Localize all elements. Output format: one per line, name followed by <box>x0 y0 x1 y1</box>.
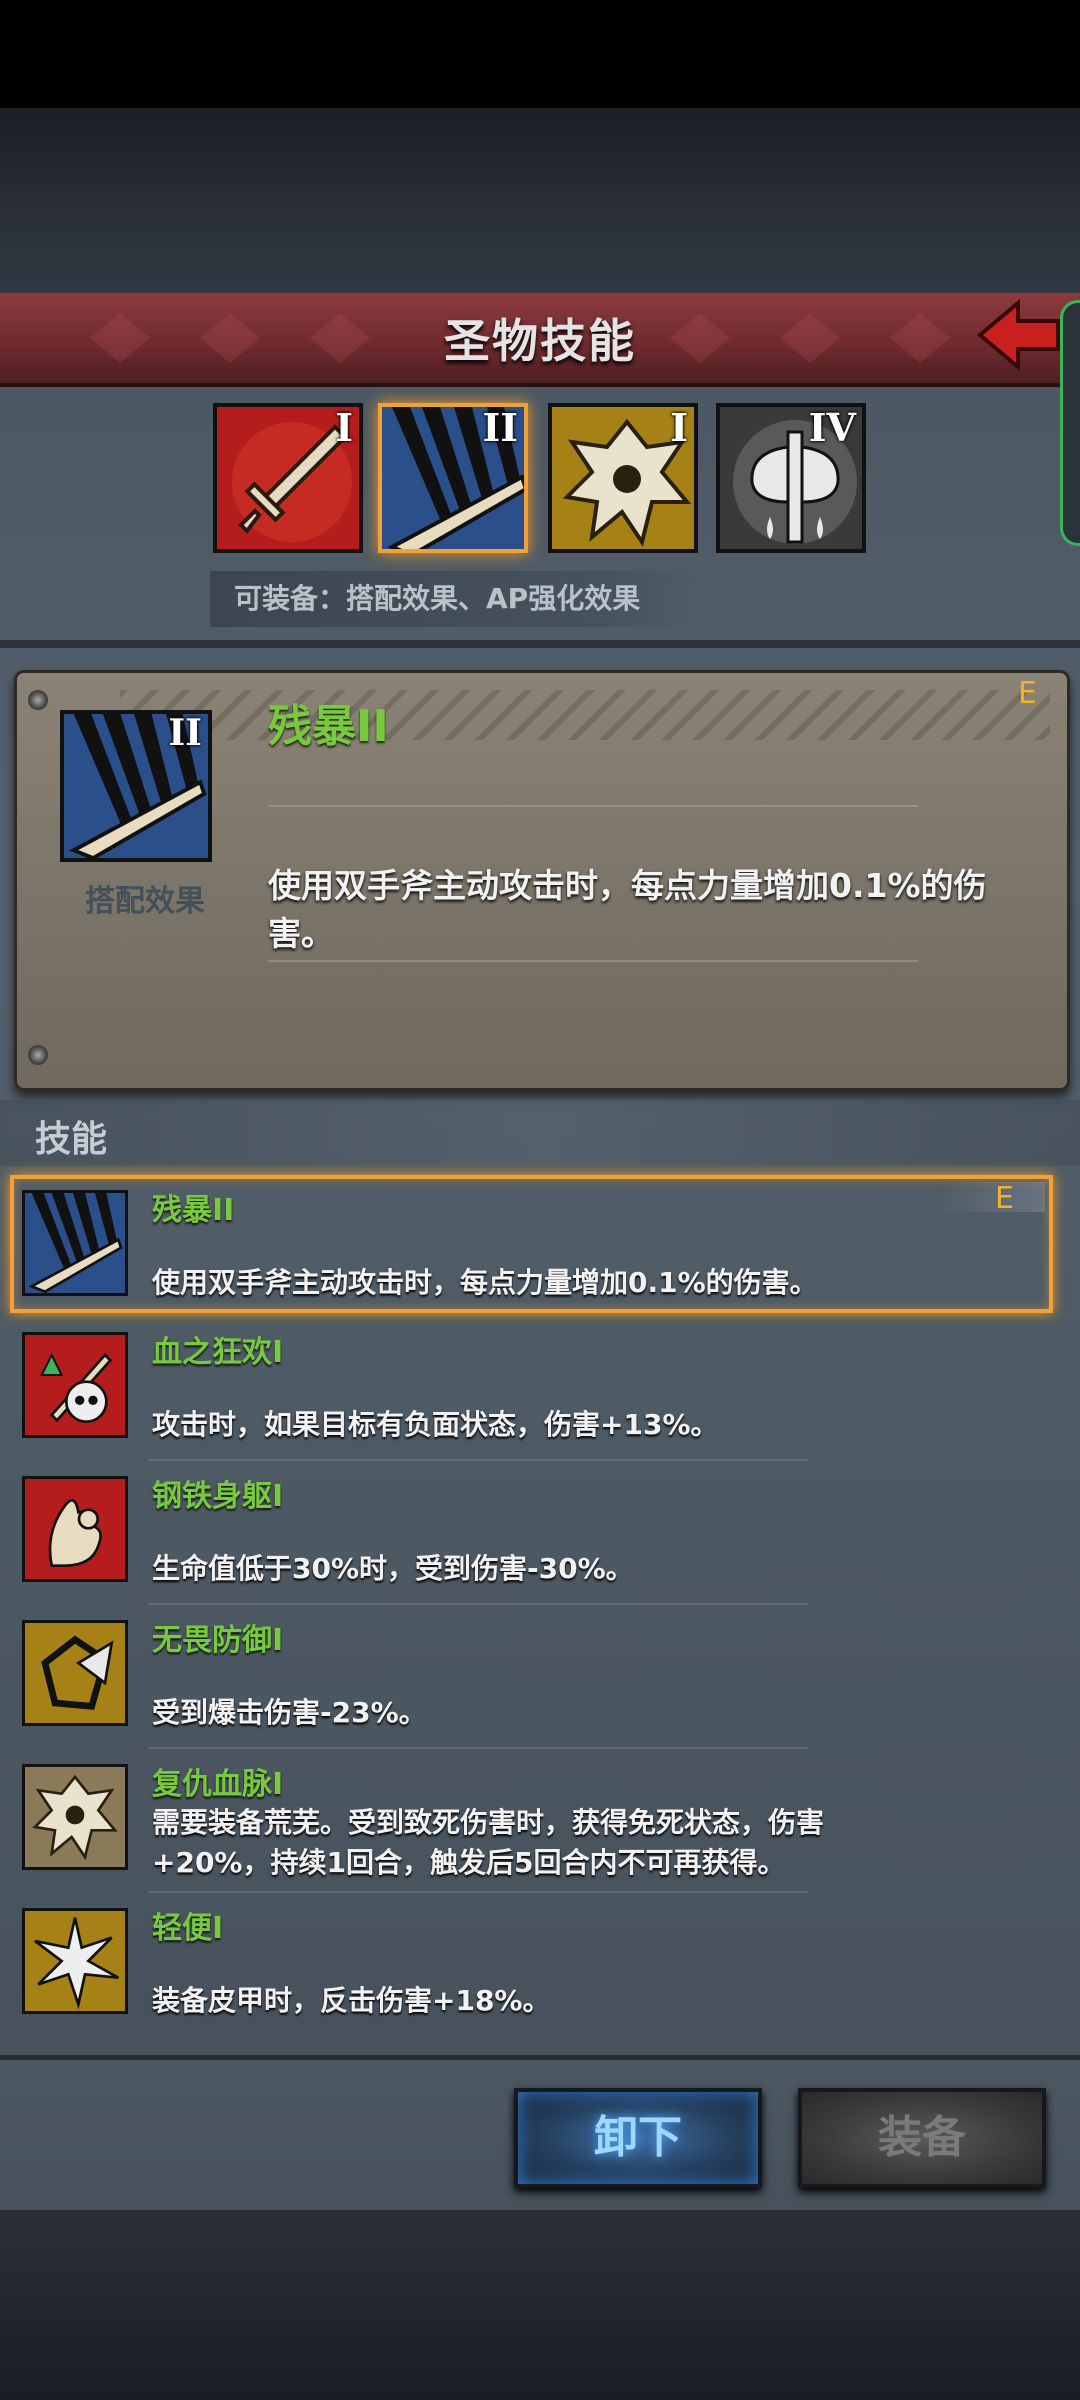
skill-row-6[interactable]: 轻便I 装备皮甲时，反击伤害+18%。 <box>0 1893 1080 2035</box>
skills-section-title: 技能 <box>35 1119 108 1160</box>
skill-icon <box>22 1476 128 1582</box>
skill-row-4[interactable]: 无畏防御I 受到爆击伤害-23%。 <box>0 1605 1080 1747</box>
rivet <box>28 1045 48 1065</box>
skill-description: 受到爆击伤害-23%。 <box>152 1696 427 1729</box>
detail-numeral: II <box>168 712 202 754</box>
skill-icon <box>22 1190 128 1296</box>
tier-tab-1[interactable]: I <box>213 403 363 553</box>
section-header-bar <box>0 1100 1080 1166</box>
detail-description: 使用双手斧主动攻击时，每点力量增加0.1%的伤害。 <box>268 866 987 953</box>
light-strike-icon <box>25 1911 125 2011</box>
tier-numeral: II <box>482 405 518 450</box>
tier-tab-2[interactable]: II <box>378 403 528 553</box>
bottom-background <box>0 2210 1080 2400</box>
equip-button[interactable]: 装备 <box>798 2088 1046 2188</box>
skull-sword-icon <box>25 1335 125 1435</box>
skill-row-5[interactable]: 复仇血脉I 需要装备荒芜。受到致死伤害时，获得免死状态，伤害+20%，持续1回合… <box>0 1749 1080 1891</box>
tier-numeral: IV <box>808 405 856 450</box>
back-button[interactable] <box>970 295 1060 375</box>
status-bar-area <box>0 0 1080 108</box>
unequip-button[interactable]: 卸下 <box>514 2088 762 2188</box>
tier-numeral: I <box>670 405 688 450</box>
shield-break-icon <box>25 1623 125 1723</box>
skill-description: 装备皮甲时，反击伤害+18%。 <box>152 1984 551 2017</box>
side-tab[interactable] <box>1060 300 1080 546</box>
beast-icon <box>25 1767 125 1867</box>
skill-name: 钢铁身躯I <box>152 1479 284 1514</box>
tier-tab-4[interactable]: IV <box>716 403 866 553</box>
skill-name: 轻便I <box>152 1911 224 1946</box>
skill-icon <box>22 1764 128 1870</box>
detail-skill-icon: II <box>60 710 212 862</box>
skill-name: 残暴II <box>152 1193 235 1228</box>
blade-slash-icon <box>25 1193 125 1293</box>
card-rule <box>268 805 918 807</box>
skill-grade: E <box>995 1181 1014 1216</box>
iron-body-icon <box>25 1479 125 1579</box>
page-title: 圣物技能 <box>444 314 636 368</box>
skill-row-2[interactable]: 血之狂欢I 攻击时，如果目标有负面状态，伤害+13%。 <box>0 1317 1080 1459</box>
equip-hint: 可装备：搭配效果、AP强化效果 <box>210 571 700 627</box>
skill-name: 复仇血脉I <box>152 1767 284 1802</box>
skill-description: 攻击时，如果目标有负面状态，伤害+13%。 <box>152 1408 719 1441</box>
card-rule <box>268 960 918 962</box>
rivet <box>28 690 48 710</box>
detail-skill-name: 残暴II <box>268 701 389 752</box>
skill-description: 需要装备荒芜。受到致死伤害时，获得免死状态，伤害+20%，持续1回合，触发后5回… <box>152 1806 825 1879</box>
tier-numeral: I <box>335 405 353 450</box>
detail-grade: E <box>1018 676 1037 711</box>
skill-icon <box>22 1908 128 2014</box>
skill-icon <box>22 1620 128 1726</box>
skill-name: 血之狂欢I <box>152 1335 284 1370</box>
skill-description: 使用双手斧主动攻击时，每点力量增加0.1%的伤害。 <box>152 1266 818 1299</box>
tier-tab-3[interactable]: I <box>548 403 698 553</box>
skill-icon <box>22 1332 128 1438</box>
card-pattern <box>120 690 1050 740</box>
back-arrow-icon <box>976 298 1060 372</box>
skill-name: 无畏防御I <box>152 1623 284 1658</box>
detail-type-label: 搭配效果 <box>85 884 205 919</box>
skill-row-3[interactable]: 钢铁身躯I 生命值低于30%时，受到伤害-30%。 <box>0 1461 1080 1603</box>
skill-description: 生命值低于30%时，受到伤害-30%。 <box>152 1552 634 1585</box>
divider <box>0 640 1080 648</box>
skill-row-1[interactable]: 残暴II E 使用双手斧主动攻击时，每点力量增加0.1%的伤害。 <box>0 1175 1080 1317</box>
top-background <box>0 108 1080 293</box>
